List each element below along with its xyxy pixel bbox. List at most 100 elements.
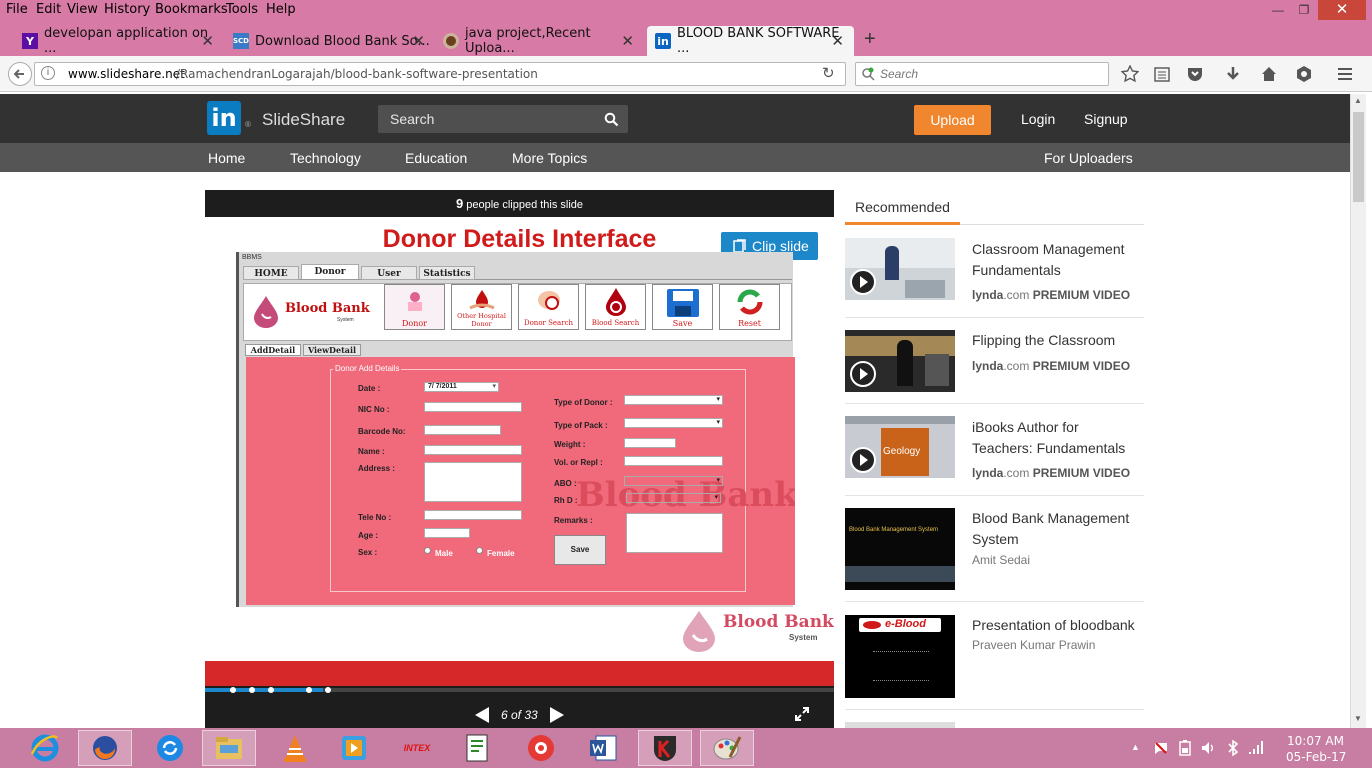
clock-time[interactable]: 10:07 AM <box>1287 734 1344 748</box>
next-slide-icon[interactable] <box>548 706 566 724</box>
pocket-icon[interactable] <box>1186 65 1204 83</box>
site-search-input[interactable]: Search <box>378 105 628 133</box>
fullscreen-icon[interactable] <box>794 706 810 722</box>
nav-technology[interactable]: Technology <box>290 150 361 166</box>
play-icon[interactable] <box>849 446 877 474</box>
media-player-icon[interactable] <box>327 730 381 766</box>
bookmarks-menu-icon[interactable] <box>1153 65 1171 83</box>
rec-item-flipping[interactable]: Flipping the Classroom lynda.com PREMIUM… <box>845 318 1144 404</box>
rec-item-bloodbank-presentation[interactable]: e-Blood Presentation of bloodbank Pravee… <box>845 602 1144 710</box>
play-icon[interactable] <box>849 268 877 296</box>
reload-icon[interactable]: ↻ <box>822 64 835 82</box>
page-scrollbar[interactable]: ▲ ▼ <box>1350 94 1366 728</box>
scroll-down-icon[interactable]: ▼ <box>1354 714 1362 723</box>
show-hidden-icons[interactable]: ▲ <box>1131 742 1140 752</box>
ie-icon[interactable] <box>18 730 72 766</box>
upload-button[interactable]: Upload <box>914 105 991 135</box>
info-icon[interactable]: i <box>41 66 55 80</box>
menu-help[interactable]: Help <box>266 2 296 17</box>
rec-title[interactable]: iBooks Author for Teachers: Fundamentals <box>972 417 1142 459</box>
maximize-icon[interactable]: ❐ <box>1297 3 1311 17</box>
slide-marker[interactable] <box>230 687 236 693</box>
rec-item-blood-bank-mgmt[interactable]: Blood Bank Management System Blood Bank … <box>845 496 1144 602</box>
new-tab-icon[interactable]: + <box>864 28 876 51</box>
download-icon[interactable] <box>1224 65 1242 83</box>
slide-marker[interactable] <box>268 687 274 693</box>
kaspersky-icon[interactable] <box>638 730 692 766</box>
tab-blood-bank-download[interactable]: SCD Download Blood Bank So... ✕ <box>233 26 431 56</box>
vlc-icon[interactable] <box>268 730 322 766</box>
prev-slide-icon[interactable] <box>473 706 491 724</box>
tab-blood-bank-software[interactable]: in BLOOD BANK SOFTWARE ... ✕ <box>647 26 854 56</box>
slide-progress-track[interactable] <box>205 688 834 692</box>
rec-item-ibooks[interactable]: Geology iBooks Author for Teachers: Fund… <box>845 404 1144 496</box>
close-icon[interactable]: ✕ <box>831 32 844 50</box>
word-icon[interactable] <box>576 730 630 766</box>
slide-marker[interactable] <box>306 687 312 693</box>
tab-developan[interactable]: Y developan application on ... ✕ <box>22 26 222 56</box>
back-button[interactable] <box>8 62 32 86</box>
rec-title[interactable]: Presentation of bloodbank <box>972 615 1142 636</box>
rec-title[interactable]: Blood Bank Management System <box>972 508 1142 550</box>
rec-author[interactable]: Amit Sedai <box>972 553 1030 567</box>
nav-education[interactable]: Education <box>405 150 467 166</box>
nav-for-uploaders[interactable]: For Uploaders <box>1044 150 1133 166</box>
bookmark-star-icon[interactable] <box>1121 65 1139 83</box>
hamburger-menu-icon[interactable] <box>1336 65 1354 83</box>
intex-icon[interactable]: INTEX <box>390 730 444 766</box>
menu-file[interactable]: File <box>6 2 28 17</box>
clock-date[interactable]: 05-Feb-17 <box>1286 750 1346 764</box>
radio-female-label: Female <box>487 549 515 558</box>
minimize-icon[interactable]: — <box>1271 3 1285 17</box>
slide-marker[interactable] <box>249 687 255 693</box>
bluetooth-icon[interactable] <box>1225 740 1241 756</box>
notepad-icon[interactable] <box>450 730 504 766</box>
home-icon[interactable] <box>1260 65 1278 83</box>
close-icon[interactable]: ✕ <box>412 32 425 50</box>
tab-java-project[interactable]: java project,Recent Uploa... ✕ <box>443 26 640 56</box>
linkedin-logo-icon[interactable]: in <box>207 101 241 135</box>
label-remarks: Remarks : <box>554 516 593 525</box>
url-bar[interactable]: i www.slideshare.net /RamachendranLogara… <box>34 62 846 86</box>
volume-icon[interactable] <box>1200 740 1216 756</box>
signal-icon[interactable] <box>1247 740 1265 756</box>
menu-tools[interactable]: Tools <box>226 2 258 17</box>
menu-view[interactable]: View <box>67 2 98 17</box>
signup-link[interactable]: Signup <box>1084 111 1128 127</box>
battery-icon[interactable] <box>1177 740 1193 756</box>
rec-item-classroom[interactable]: Classroom Management Fundamentals lynda.… <box>845 226 1144 318</box>
linkedin-icon: in <box>655 33 671 49</box>
paint-icon[interactable] <box>700 730 754 766</box>
browser-search-field[interactable]: Search <box>855 62 1109 86</box>
rec-thumbnail[interactable] <box>845 238 955 300</box>
rec-author[interactable]: Praveen Kumar Prawin <box>972 638 1095 652</box>
sync-icon[interactable] <box>143 730 197 766</box>
rec-title[interactable]: Flipping the Classroom <box>972 330 1142 351</box>
rec-thumbnail[interactable]: Blood Bank Management System <box>845 508 955 590</box>
action-center-icon[interactable] <box>1153 740 1169 756</box>
window-close-icon[interactable]: ✕ <box>1318 0 1366 20</box>
scroll-up-icon[interactable]: ▲ <box>1354 96 1362 105</box>
nav-home[interactable]: Home <box>208 150 245 166</box>
rec-thumbnail[interactable]: Geology <box>845 416 955 478</box>
search-icon[interactable] <box>604 112 619 127</box>
rec-thumbnail[interactable]: e-Blood <box>845 615 955 698</box>
menu-edit[interactable]: Edit <box>36 2 61 17</box>
nav-more-topics[interactable]: More Topics <box>512 150 587 166</box>
extension-icon[interactable] <box>1295 65 1313 83</box>
brand-name[interactable]: SlideShare <box>262 110 345 130</box>
close-icon[interactable]: ✕ <box>621 32 634 50</box>
registered-mark: ® <box>245 120 251 129</box>
rec-title[interactable]: Classroom Management Fundamentals <box>972 239 1142 281</box>
menu-bookmarks[interactable]: Bookmarks <box>155 2 228 17</box>
login-link[interactable]: Login <box>1021 111 1055 127</box>
slide-marker[interactable] <box>325 687 331 693</box>
rec-thumbnail[interactable] <box>845 330 955 392</box>
menu-history[interactable]: History <box>104 2 150 17</box>
firefox-icon[interactable] <box>78 730 132 766</box>
play-icon[interactable] <box>849 360 877 388</box>
file-explorer-icon[interactable] <box>202 730 256 766</box>
scroll-thumb[interactable] <box>1353 112 1364 202</box>
close-icon[interactable]: ✕ <box>201 32 214 50</box>
photo-app-icon[interactable] <box>514 730 568 766</box>
